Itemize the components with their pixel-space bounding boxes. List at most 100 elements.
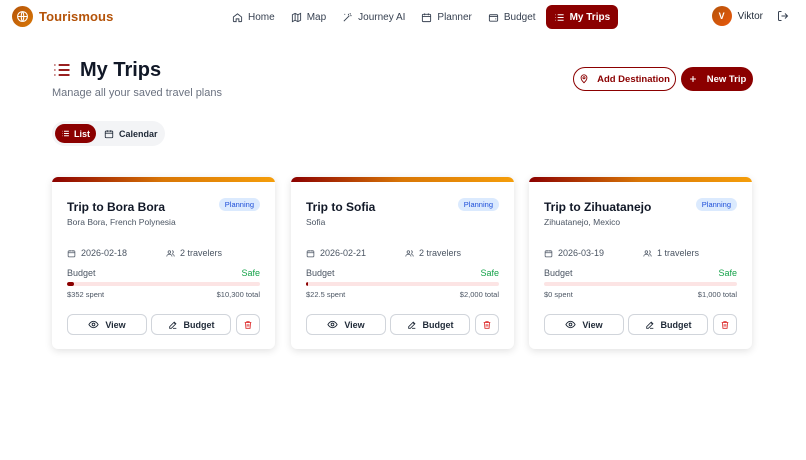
trip-budget-button[interactable]: Budget [390,314,470,335]
view-list-button[interactable]: List [55,124,96,143]
user-menu[interactable]: V Viktor [711,6,789,26]
trip-title: Trip to Sofia [306,200,376,214]
page-title: My Trips [80,59,162,81]
card-accent-bar [529,177,752,182]
status-badge: Planning [695,198,737,211]
home-icon [232,12,243,22]
nav-home[interactable]: Home [224,5,283,29]
trip-budget-button[interactable]: Budget [628,314,708,335]
budget-progress-bar [67,282,260,286]
trip-budget-label: Budget [183,319,215,330]
wallet-icon [488,13,498,22]
trip-budget-button[interactable]: Budget [151,314,231,335]
delete-trip-button[interactable] [236,314,260,335]
trip-date: 2026-02-18 [67,248,127,258]
brand[interactable]: Tourismous [12,6,113,27]
nav-label: Journey AI [358,11,406,23]
edit-icon [407,320,416,329]
avatar[interactable]: V [711,6,732,26]
wand-icon [343,12,352,21]
top-navbar: Tourismous Home Map Journey AI Planner B… [0,0,806,34]
brand-name: Tourismous [39,9,114,24]
budget-status: Safe [718,268,737,278]
nav-label: Budget [503,11,536,23]
trip-title: Trip to Zihuatanejo [544,200,652,214]
delete-trip-button[interactable] [475,314,499,335]
budget-progress-fill [67,282,74,286]
view-trip-button[interactable]: View [306,314,386,335]
budget-spent: $352 spent [67,290,105,299]
map-icon [291,12,301,22]
trash-icon [244,320,252,329]
trip-card[interactable]: Trip to Sofia Planning Sofia 2026-02-21 … [291,177,514,349]
nav-planner[interactable]: Planner [413,5,479,29]
view-trip-label: View [582,319,603,330]
budget-status: Safe [241,268,260,278]
trip-travelers: 2 travelers [405,248,461,258]
eye-icon [327,320,338,329]
trip-budget-label: Budget [422,319,454,330]
eye-icon [565,320,576,329]
trip-date-text: 2026-02-21 [320,248,367,258]
users-icon [643,249,652,257]
trash-icon [483,320,491,329]
view-trip-label: View [105,319,126,330]
trip-card[interactable]: Trip to Bora Bora Planning Bora Bora, Fr… [52,177,275,349]
trip-travelers: 2 travelers [166,248,222,258]
budget-total: $1,000 total [697,290,737,299]
users-icon [166,249,175,257]
budget-progress-bar [306,282,499,286]
nav-label: My Trips [569,11,611,23]
logout-icon[interactable] [777,10,789,22]
view-trip-button[interactable]: View [544,314,624,335]
view-list-label: List [73,128,90,139]
edit-icon [645,320,654,329]
trip-date-text: 2026-03-19 [558,248,605,258]
globe-icon [12,6,33,27]
edit-icon [168,320,177,329]
new-trip-label: New Trip [706,73,747,85]
users-icon [405,249,414,257]
trip-title: Trip to Bora Bora [67,200,166,214]
budget-progress-bar [544,282,737,286]
trip-budget-label: Budget [660,319,692,330]
view-calendar-button[interactable]: Calendar [104,124,158,143]
budget-total: $10,300 total [216,290,260,299]
add-destination-button[interactable]: Add Destination [573,67,676,91]
nav-journey-ai[interactable]: Journey AI [334,5,413,29]
trip-location: Sofia [306,217,326,227]
plus-icon [689,76,696,82]
trip-date: 2026-02-21 [306,248,366,258]
status-badge: Planning [218,198,260,211]
calendar-icon [67,249,76,257]
nav-budget[interactable]: Budget [480,5,544,29]
trip-travelers-text: 2 travelers [180,248,223,258]
new-trip-button[interactable]: New Trip [681,67,753,91]
budget-label: Budget [544,268,573,278]
view-trip-button[interactable]: View [67,314,147,335]
nav-map[interactable]: Map [283,5,334,29]
view-toggle: List Calendar [52,121,165,146]
trip-travelers-text: 1 travelers [657,248,700,258]
delete-trip-button[interactable] [713,314,737,335]
budget-label: Budget [306,268,335,278]
nav-my-trips[interactable]: My Trips [545,5,619,29]
budget-spent: $22.5 spent [306,290,346,299]
trip-date-text: 2026-02-18 [81,248,128,258]
list-icon [62,130,69,137]
view-trip-label: View [344,319,365,330]
main-menu: Home Map Journey AI Planner Budget My Tr… [224,5,619,29]
calendar-icon [104,129,114,138]
card-accent-bar [52,177,275,182]
trip-location: Bora Bora, French Polynesia [67,217,176,227]
trash-icon [721,320,729,329]
eye-icon [88,320,99,329]
user-name: Viktor [737,10,763,22]
nav-label: Map [306,11,327,23]
trip-card[interactable]: Trip to Zihuatanejo Planning Zihuatanejo… [529,177,752,349]
budget-spent: $0 spent [544,290,573,299]
add-destination-label: Add Destination [597,73,670,85]
trip-date: 2026-03-19 [544,248,604,258]
nav-label: Planner [437,11,472,23]
trip-travelers-text: 2 travelers [419,248,462,258]
